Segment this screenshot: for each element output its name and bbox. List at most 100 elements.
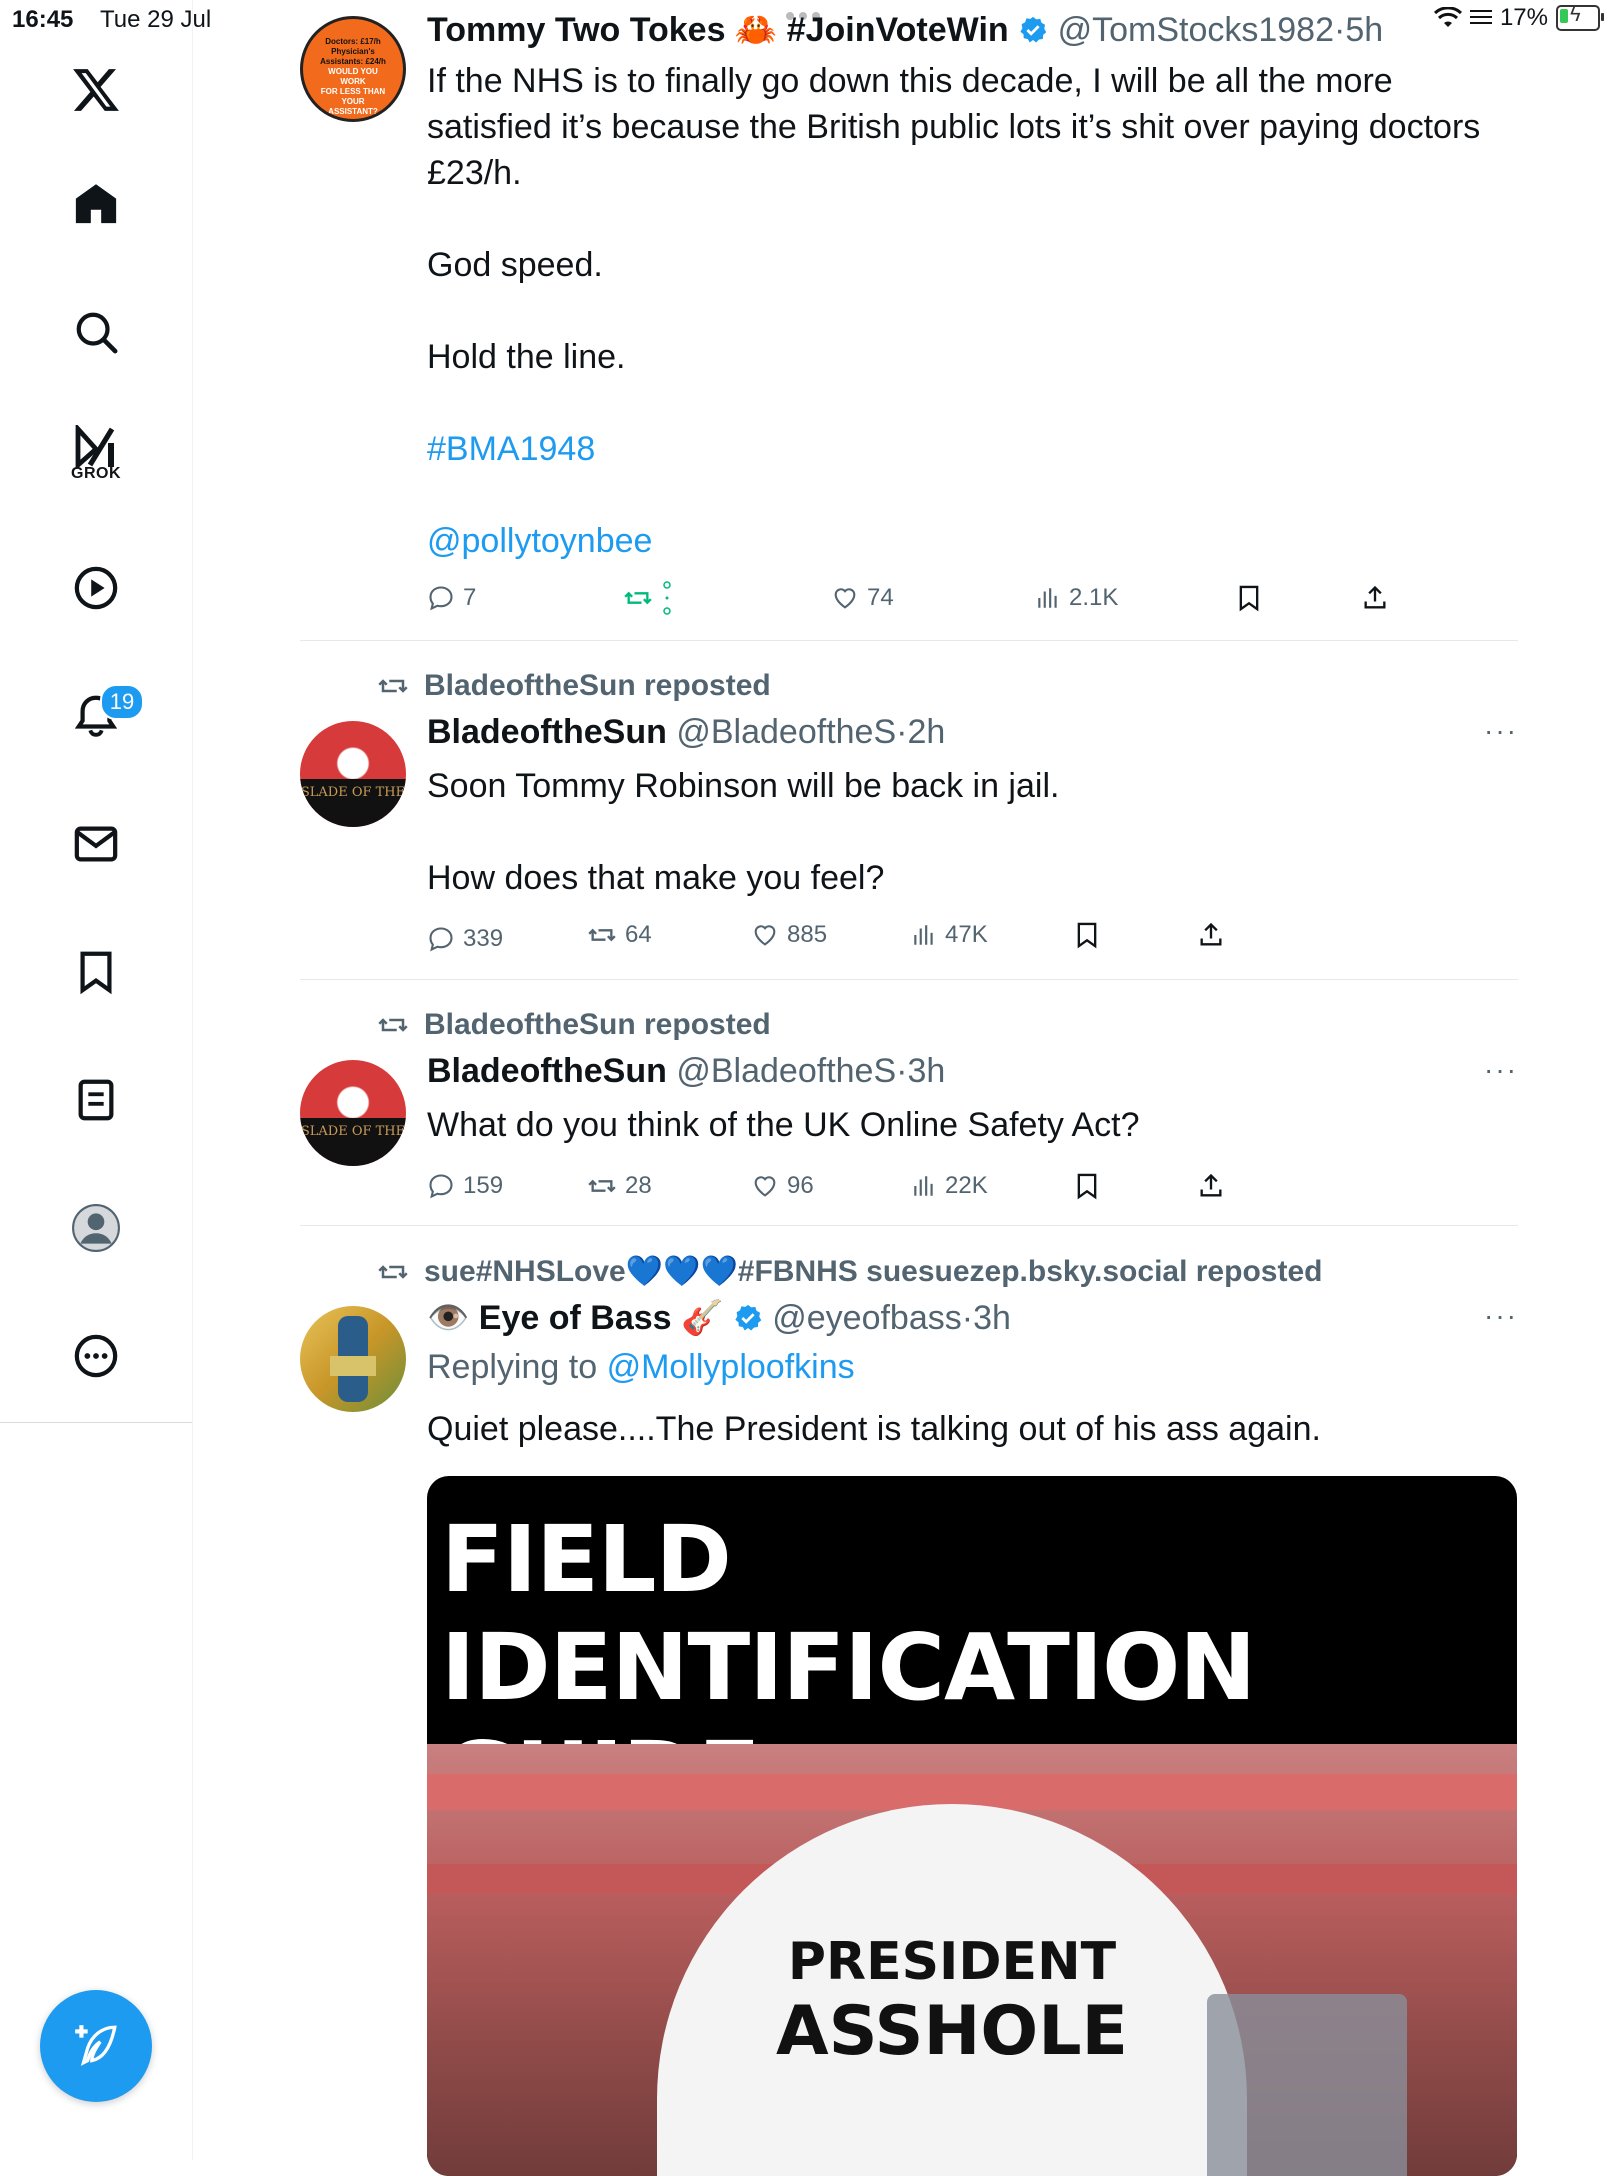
heart-icon — [754, 925, 776, 946]
view-count: 22K — [945, 1172, 988, 1199]
avatar[interactable]: SLADE OF THE — [300, 721, 406, 827]
more-options-button[interactable]: ··· — [1484, 1300, 1518, 1332]
sidebar: GROK 19 — [0, 0, 193, 2160]
avatar[interactable] — [300, 1306, 406, 1412]
tweet-header: Tommy Two Tokes 🦀 #JoinVoteWin @TomStock… — [427, 11, 1384, 49]
repost-icon — [378, 1264, 408, 1279]
like-count: 74 — [867, 584, 894, 611]
more-options-button[interactable]: ··· — [1484, 1054, 1518, 1086]
profile-avatar-icon[interactable] — [56, 1188, 136, 1268]
views-chart-icon — [1038, 588, 1057, 608]
repost-button[interactable]: 64 — [587, 915, 652, 955]
tweet[interactable]: Doctors: £17/h Physician's Assistants: £… — [300, 0, 1518, 640]
views-chart-icon — [914, 925, 933, 945]
search-icon[interactable] — [56, 292, 136, 372]
author-name[interactable]: BladeoftheSun — [427, 713, 667, 751]
author-name[interactable]: BladeoftheSun — [427, 1052, 667, 1090]
author-handle[interactable]: @eyeofbass — [772, 1299, 962, 1337]
mention-link[interactable]: @pollytoynbee — [427, 518, 1507, 564]
repost-label[interactable]: BladeoftheSun reposted — [376, 669, 771, 703]
tweet[interactable]: sue#NHSLove💙💙💙#FBNHS suesuezep.bsky.soci… — [300, 1226, 1518, 2176]
bookmark-icon — [1077, 1173, 1097, 1200]
reply-button[interactable]: 339 — [427, 919, 503, 959]
replying-to: Replying to @Mollyploofkins — [427, 1348, 855, 1386]
x-logo-icon[interactable] — [56, 50, 136, 130]
view-count: 2.1K — [1069, 584, 1119, 611]
home-icon[interactable] — [56, 164, 136, 244]
reply-button[interactable]: 159 — [427, 1166, 503, 1206]
author-handle[interactable]: @BladeoftheS — [676, 713, 896, 751]
compose-post-button[interactable] — [40, 1990, 152, 2102]
tweet-header: 👁️ Eye of Bass 🎸 @eyeofbass·3h — [427, 1299, 1011, 1337]
tweet-time[interactable]: 2h — [907, 713, 945, 751]
bookmark-icon — [1077, 922, 1097, 949]
reply-icon — [429, 1174, 453, 1199]
views-button[interactable]: 22K — [911, 1166, 988, 1206]
messages-envelope-icon[interactable] — [56, 804, 136, 884]
reply-count: 7 — [463, 584, 477, 611]
helmet: PRESIDENT ASSHOLE — [657, 1804, 1247, 2176]
share-button[interactable] — [1361, 578, 1389, 618]
tweet-actions: 339 64 885 47K — [427, 919, 1517, 959]
tweet[interactable]: BladeoftheSun reposted SLADE OF THE Blad… — [300, 980, 1518, 1225]
views-button[interactable]: 2.1K — [1035, 578, 1118, 618]
like-count: 885 — [787, 921, 828, 948]
views-chart-icon — [914, 1176, 933, 1196]
tweet[interactable]: BladeoftheSun reposted SLADE OF THE Blad… — [300, 641, 1518, 979]
repost-button[interactable] — [623, 578, 673, 618]
tweet-text: Soon Tommy Robinson will be back in jail… — [427, 767, 1060, 897]
reply-icon — [429, 586, 453, 611]
verified-badge-icon — [1020, 16, 1047, 43]
reply-icon — [429, 927, 453, 952]
tweet-time[interactable]: 3h — [907, 1052, 945, 1090]
avatar[interactable]: SLADE OF THE — [300, 1060, 406, 1166]
notifications-badge: 19 — [100, 684, 144, 720]
battery-icon: ϟ — [1556, 4, 1604, 31]
repost-icon — [588, 928, 616, 942]
like-button[interactable]: 885 — [751, 915, 827, 955]
compose-feather-icon — [75, 2025, 117, 2066]
author-name[interactable]: Tommy Two Tokes 🦀 #JoinVoteWin — [427, 11, 1009, 49]
bookmark-button[interactable] — [1235, 578, 1263, 618]
grok-icon[interactable]: GROK — [56, 414, 136, 494]
share-button[interactable] — [1197, 1166, 1225, 1206]
tweet-media-image[interactable]: FIELD IDENTIFICATION GUIDE PRESIDENT ASS… — [427, 1476, 1517, 2176]
author-handle[interactable]: @BladeoftheS — [676, 1052, 896, 1090]
author-name[interactable]: 👁️ Eye of Bass 🎸 — [427, 1299, 723, 1337]
repost-label[interactable]: sue#NHSLove💙💙💙#FBNHS suesuezep.bsky.soci… — [376, 1254, 1322, 1289]
share-icon — [1200, 922, 1222, 946]
more-options-icon[interactable] — [56, 1316, 136, 1396]
share-icon — [1200, 1173, 1222, 1197]
tweet-text: Quiet please....The President is talking… — [427, 1410, 1321, 1448]
heart-icon — [834, 588, 856, 609]
tweet-time[interactable]: 5h — [1345, 11, 1383, 49]
grok-label: GROK — [71, 465, 121, 482]
like-count: 96 — [787, 1172, 814, 1199]
tweet-header: BladeoftheSun @BladeoftheS·2h — [427, 713, 946, 751]
repost-icon — [588, 1179, 616, 1193]
repost-icon — [378, 1018, 408, 1032]
reply-count: 339 — [463, 925, 504, 952]
share-button[interactable] — [1197, 915, 1225, 955]
bookmark-button[interactable] — [1073, 915, 1101, 955]
author-handle[interactable]: @TomStocks1982 — [1058, 11, 1334, 49]
replying-to-link[interactable]: @Mollyploofkins — [607, 1348, 855, 1386]
repost-label[interactable]: BladeoftheSun reposted — [376, 1008, 771, 1042]
reply-button[interactable]: 7 — [427, 578, 476, 618]
tweet-header: BladeoftheSun @BladeoftheS·3h — [427, 1052, 946, 1090]
view-count: 47K — [945, 921, 988, 948]
like-button[interactable]: 96 — [751, 1166, 814, 1206]
hashtag-link[interactable]: #BMA1948 — [427, 426, 1507, 472]
bookmark-button[interactable] — [1073, 1166, 1101, 1206]
like-button[interactable]: 74 — [831, 578, 894, 618]
tweet-time[interactable]: 3h — [973, 1299, 1011, 1337]
lists-icon[interactable] — [56, 1060, 136, 1140]
repost-button[interactable]: 28 — [587, 1166, 652, 1206]
avatar[interactable]: Doctors: £17/h Physician's Assistants: £… — [300, 16, 406, 122]
repost-icon — [378, 679, 408, 693]
more-options-button[interactable]: ··· — [1484, 715, 1518, 747]
video-play-icon[interactable] — [56, 548, 136, 628]
bookmarks-icon[interactable] — [56, 932, 136, 1012]
views-button[interactable]: 47K — [911, 915, 988, 955]
repost-icon — [624, 591, 652, 605]
